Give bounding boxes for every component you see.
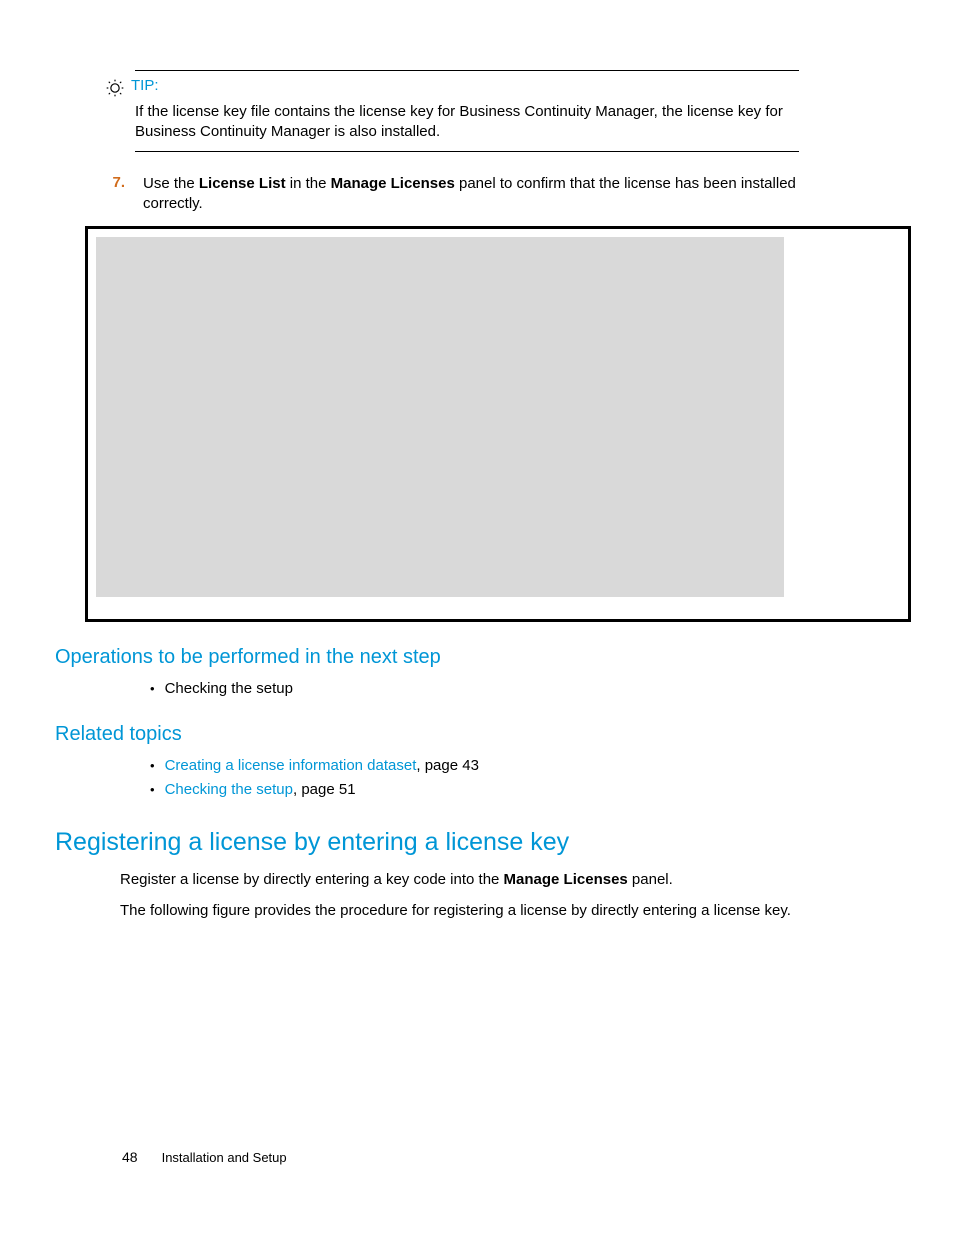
bullet-icon: • [150, 679, 155, 700]
page-footer: 48 Installation and Setup [122, 1149, 287, 1165]
bold-text: Manage Licenses [504, 871, 628, 888]
text: Use the [143, 175, 199, 192]
subheading-related: Related topics [55, 723, 854, 746]
cross-reference-link[interactable]: Checking the setup [165, 781, 293, 798]
list-item: • Creating a license information dataset… [150, 754, 854, 778]
cross-reference-link[interactable]: Creating a license information dataset [165, 757, 417, 774]
list-text: , page 51 [293, 781, 356, 798]
text: panel. [628, 871, 673, 888]
text: Register a license by directly entering … [120, 871, 504, 888]
list-item: • Checking the setup, page 51 [150, 778, 854, 802]
text: in the [286, 175, 331, 192]
figure-frame [85, 226, 911, 622]
step-number: 7. [105, 174, 125, 191]
heading-registering: Registering a license by entering a lice… [55, 828, 854, 857]
bullet-list: • Creating a license information dataset… [150, 754, 854, 802]
rule [135, 70, 799, 71]
list-text: , page 43 [416, 757, 479, 774]
list-item: • Checking the setup [150, 677, 854, 701]
figure-placeholder [96, 237, 784, 597]
tip-header: TIP: [105, 77, 799, 98]
bold-text: Manage Licenses [331, 175, 455, 192]
footer-section-title: Installation and Setup [162, 1150, 287, 1165]
bold-text: License List [199, 175, 286, 192]
step-7: 7. Use the License List in the Manage Li… [105, 174, 854, 215]
bullet-icon: • [150, 780, 155, 801]
tip-body: If the license key file contains the lic… [135, 102, 799, 143]
paragraph: Register a license by directly entering … [120, 869, 854, 890]
tip-callout: TIP: If the license key file contains th… [105, 70, 799, 152]
page-number: 48 [122, 1149, 138, 1165]
document-page: TIP: If the license key file contains th… [0, 0, 954, 1235]
list-text: Checking the setup [165, 677, 293, 701]
subheading-next-ops: Operations to be performed in the next s… [55, 646, 854, 669]
paragraph: The following figure provides the proced… [120, 900, 854, 921]
tip-label: TIP: [131, 77, 159, 94]
step-text: Use the License List in the Manage Licen… [143, 174, 854, 215]
rule [135, 151, 799, 152]
bullet-list: • Checking the setup [150, 677, 854, 701]
bullet-icon: • [150, 756, 155, 777]
lightbulb-icon [105, 78, 125, 98]
